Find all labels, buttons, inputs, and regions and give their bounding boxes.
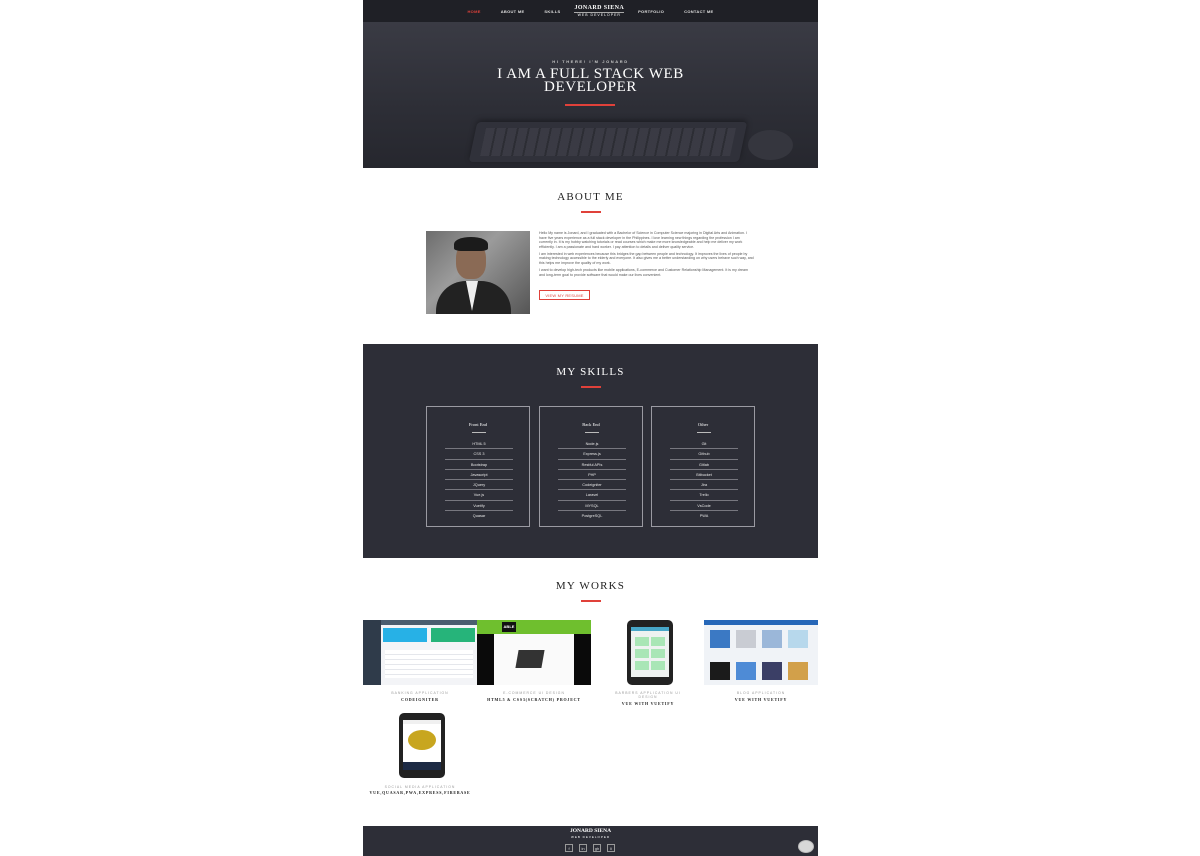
about-accent-bar bbox=[581, 211, 601, 213]
skill-list: HTML 5 CSS 3 Bootstrap Javascript JQuery… bbox=[445, 439, 513, 521]
work-thumbnail[interactable]: ABLE bbox=[477, 620, 591, 685]
portfolio-page: HOME ABOUT ME SKILLS JONARD SIENA WEB DE… bbox=[363, 0, 818, 856]
work-thumbnail[interactable] bbox=[363, 713, 477, 778]
skill-item: Quasar bbox=[472, 514, 486, 519]
skill-item: Jira bbox=[670, 480, 738, 491]
shop-logo: ABLE bbox=[502, 622, 516, 632]
nav-about-link[interactable]: ABOUT ME bbox=[501, 9, 525, 14]
work-name: HTML5 & CSS3(SCRATCH) PROJECT bbox=[487, 697, 581, 702]
skill-item: Bitbucket bbox=[670, 470, 738, 481]
skill-item: PWA bbox=[699, 514, 709, 519]
about-paragraph-3: I want to develop high-tech products lik… bbox=[539, 268, 748, 277]
work-category: E-COMMERCE UI DESIGN bbox=[503, 691, 565, 695]
work-name: VUE WITH VUETIFY bbox=[621, 701, 675, 706]
mouse-background-image bbox=[748, 130, 793, 160]
work-category: SOCIAL MEDIA APPLICATION bbox=[384, 785, 456, 789]
skill-card-back-end: Back End Node.js Express.js Restful APIs… bbox=[539, 406, 643, 527]
skill-item: Gitlab bbox=[670, 460, 738, 470]
skills-section: MY SKILLS Front End HTML 5 CSS 3 Bootstr… bbox=[363, 344, 818, 558]
profile-photo bbox=[426, 231, 530, 314]
skill-item: MYSQL bbox=[558, 501, 626, 512]
nav-skills-link[interactable]: SKILLS bbox=[544, 9, 560, 14]
skill-item: Github bbox=[670, 449, 738, 460]
facebook-icon[interactable]: f bbox=[565, 844, 573, 852]
hero-title: I AM A FULL STACK WEB DEVELOPER bbox=[363, 67, 818, 95]
skill-item: Vuetify bbox=[445, 501, 513, 512]
footer-brand-name: JONARD SIENA bbox=[569, 828, 612, 834]
about-paragraph-2: I am interested in web experiences becau… bbox=[539, 251, 754, 266]
skill-item: Express.js bbox=[558, 449, 626, 460]
work-category: BARBERS APPLICATION UI DESIGN bbox=[615, 691, 681, 699]
footer-brand: JONARD SIENA WEB DEVELOPER bbox=[363, 828, 818, 839]
nav-right-group: PORTFOLIO CONTACT ME bbox=[638, 9, 713, 14]
skill-item: PHP bbox=[558, 470, 626, 481]
skills-title: MY SKILLS bbox=[556, 366, 625, 378]
social-links: f in gh li bbox=[565, 844, 615, 852]
skill-card-title: Back End bbox=[582, 422, 600, 427]
work-name: VUE,QUASAR,PWA,EXPRESS,FIREBASE bbox=[369, 790, 471, 795]
skill-item: Node.js bbox=[558, 439, 626, 450]
skill-item: Bootstrap bbox=[445, 460, 513, 470]
chat-bubble-icon[interactable] bbox=[798, 840, 814, 853]
keyboard-background-image bbox=[468, 122, 748, 162]
skill-item: Codeigniter bbox=[558, 480, 626, 491]
skill-list: Node.js Express.js Restful APIs PHP Code… bbox=[558, 439, 626, 521]
nav-home-link[interactable]: HOME bbox=[467, 9, 480, 14]
work-thumbnail[interactable] bbox=[591, 620, 705, 685]
about-description: Hello My name is Jonard, and I graduated… bbox=[539, 231, 754, 280]
nav-left-group: HOME ABOUT ME SKILLS bbox=[467, 9, 560, 14]
work-category: BLOG APPLICATION bbox=[736, 691, 786, 695]
github-icon[interactable]: gh bbox=[593, 844, 601, 852]
hero-banner: HI THERE! I'M JONARD I AM A FULL STACK W… bbox=[363, 22, 818, 168]
about-paragraph-1: Hello My name is Jonard, and I graduated… bbox=[539, 231, 747, 249]
nav-portfolio-link[interactable]: PORTFOLIO bbox=[638, 9, 664, 14]
works-title: MY WORKS bbox=[555, 580, 626, 592]
brand-subtitle: WEB DEVELOPER bbox=[574, 11, 625, 18]
hero-kicker: HI THERE! I'M JONARD bbox=[552, 59, 629, 64]
work-thumbnail[interactable] bbox=[363, 620, 477, 685]
hero-accent-bar bbox=[565, 104, 615, 106]
skills-accent-bar bbox=[581, 386, 601, 388]
linkedin-icon[interactable]: in bbox=[579, 844, 587, 852]
skill-card-front-end: Front End HTML 5 CSS 3 Bootstrap Javascr… bbox=[426, 406, 530, 527]
work-name: CODEIGNITER bbox=[401, 697, 439, 702]
work-category: BANKING APPLICATION bbox=[391, 691, 449, 695]
about-title: ABOUT ME bbox=[557, 191, 624, 203]
skill-item: Vue.js bbox=[445, 490, 513, 501]
skill-item: Javascript bbox=[445, 470, 513, 481]
skill-item: Laravel bbox=[558, 490, 626, 501]
skill-item: VsCode bbox=[670, 501, 738, 512]
skill-list: Git Github Gitlab Bitbucket Jira Trello … bbox=[670, 439, 738, 521]
skill-item: Git bbox=[670, 439, 738, 450]
view-resume-button[interactable]: VIEW MY RESUME bbox=[539, 290, 590, 300]
gitlab-icon[interactable]: li bbox=[607, 844, 615, 852]
skill-item: PostgreSQL bbox=[581, 514, 603, 519]
skill-card-other: Other Git Github Gitlab Bitbucket Jira T… bbox=[651, 406, 755, 527]
work-name: VUE WITH VUETIFY bbox=[734, 697, 788, 702]
nav-contact-link[interactable]: CONTACT ME bbox=[684, 9, 713, 14]
footer: JONARD SIENA WEB DEVELOPER f in gh li bbox=[363, 826, 818, 856]
skill-item: Restful APIs bbox=[558, 460, 626, 470]
works-accent-bar bbox=[581, 600, 601, 602]
top-navigation: HOME ABOUT ME SKILLS JONARD SIENA WEB DE… bbox=[363, 0, 818, 22]
skill-item: CSS 3 bbox=[445, 449, 513, 460]
hero-title-line2: DEVELOPER bbox=[544, 79, 637, 95]
work-thumbnail[interactable] bbox=[704, 620, 818, 685]
skill-item: JQuery bbox=[445, 480, 513, 491]
footer-brand-subtitle: WEB DEVELOPER bbox=[570, 834, 610, 839]
skill-item: Trello bbox=[670, 490, 738, 501]
skill-card-title: Other bbox=[697, 422, 709, 427]
skill-item: HTML 5 bbox=[445, 439, 513, 450]
skill-card-title: Front End bbox=[468, 422, 488, 427]
brand-name: JONARD SIENA bbox=[574, 4, 625, 11]
nav-brand-logo[interactable]: JONARD SIENA WEB DEVELOPER bbox=[574, 4, 625, 18]
